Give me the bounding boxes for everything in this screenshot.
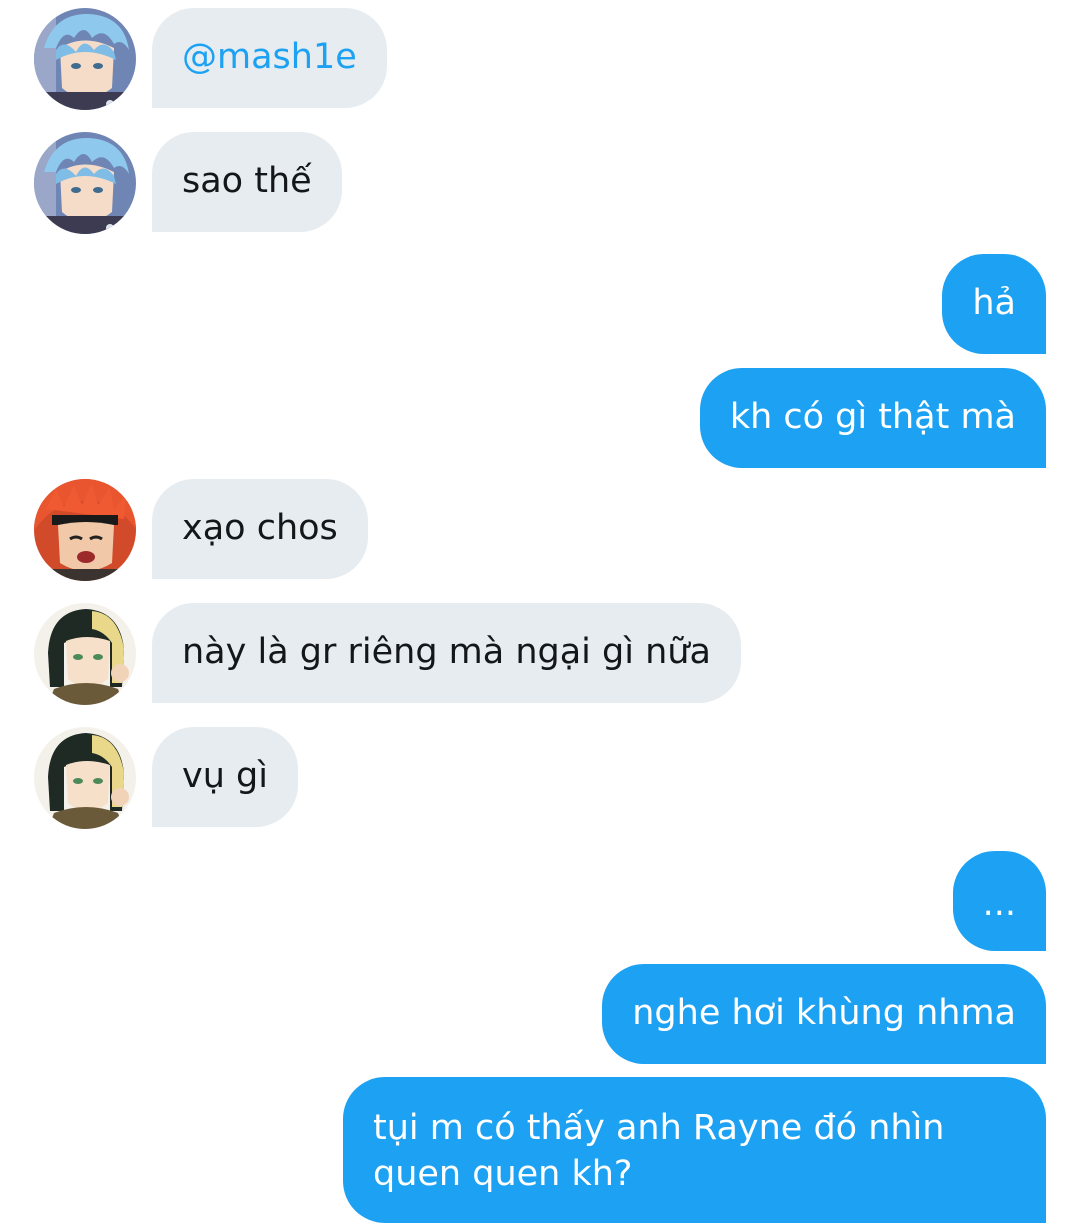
avatar-image bbox=[34, 8, 136, 110]
mention-link[interactable]: @mash1e bbox=[182, 37, 357, 77]
avatar-image bbox=[34, 727, 136, 829]
message-bubble-outgoing[interactable]: hả bbox=[942, 254, 1046, 354]
message-text: hả bbox=[972, 283, 1016, 323]
message-bubble-incoming[interactable]: này là gr riêng mà ngại gì nữa bbox=[152, 603, 741, 703]
avatar-image bbox=[34, 603, 136, 705]
message-text: vụ gì bbox=[182, 756, 268, 796]
message-bubble-outgoing[interactable]: nghe hơi khùng nhma bbox=[602, 964, 1046, 1064]
message-bubble-incoming[interactable]: @mash1e bbox=[152, 8, 387, 108]
two-tone-hair-avatar[interactable] bbox=[34, 727, 136, 829]
blue-hair-avatar[interactable] bbox=[34, 132, 136, 234]
message-bubble-outgoing[interactable]: ... bbox=[952, 851, 1046, 951]
message-text: xạo chos bbox=[182, 508, 338, 548]
two-tone-hair-avatar[interactable] bbox=[34, 603, 136, 705]
message-bubble-incoming[interactable]: vụ gì bbox=[152, 727, 298, 827]
avatar-image bbox=[34, 132, 136, 234]
blue-hair-avatar[interactable] bbox=[34, 8, 136, 110]
message-text: ... bbox=[982, 884, 1016, 924]
message-text: nghe hơi khùng nhma bbox=[632, 993, 1016, 1033]
message-text: sao thế bbox=[182, 161, 312, 201]
message-text: này là gr riêng mà ngại gì nữa bbox=[182, 632, 711, 672]
avatar-image bbox=[34, 479, 136, 581]
message-text: kh có gì thật mà bbox=[729, 397, 1016, 437]
message-bubble-incoming[interactable]: sao thế bbox=[152, 132, 342, 232]
message-text: tụi m có thấy anh Rayne đó nhìn quen que… bbox=[373, 1108, 945, 1194]
message-bubble-outgoing[interactable]: tụi m có thấy anh Rayne đó nhìn quen que… bbox=[343, 1077, 1046, 1223]
message-bubble-incoming[interactable]: xạo chos bbox=[152, 479, 368, 579]
message-bubble-outgoing[interactable]: kh có gì thật mà bbox=[699, 368, 1046, 468]
red-hair-avatar[interactable] bbox=[34, 479, 136, 581]
